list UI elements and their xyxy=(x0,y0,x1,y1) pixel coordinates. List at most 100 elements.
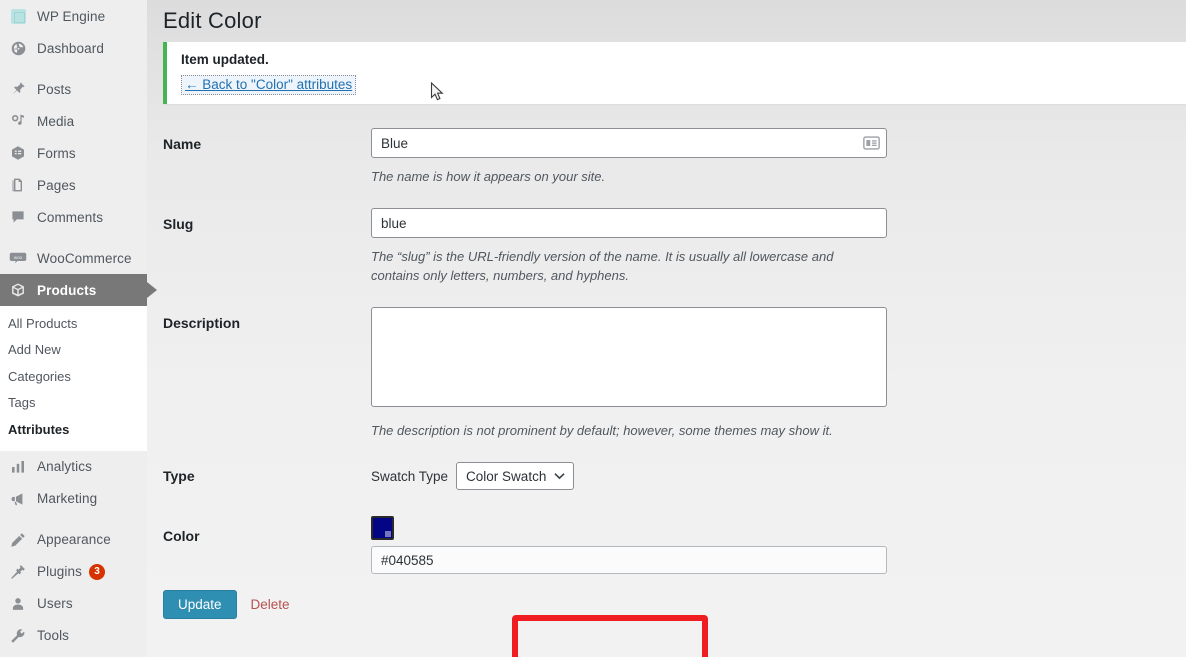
description-help: The description is not prominent by defa… xyxy=(371,423,833,438)
notice-message: Item updated. xyxy=(181,52,269,67)
main-content: Edit Color Item updated. ← Back to "Colo… xyxy=(147,0,1186,657)
sidebar-item-media[interactable]: Media xyxy=(0,105,147,137)
sidebar-item-dashboard[interactable]: Dashboard xyxy=(0,32,147,64)
form-row-type: Type Swatch Type Color Swatch xyxy=(163,462,1186,490)
comments-icon xyxy=(8,207,28,227)
sidebar-item-label: Pages xyxy=(37,177,76,193)
appearance-icon xyxy=(8,530,28,550)
sidebar-subitem-all-products[interactable]: All Products xyxy=(0,310,147,337)
sidebar-subitem-label: All Products xyxy=(8,315,78,331)
sidebar-submenu-products: All Products Add New Categories Tags Att… xyxy=(0,306,147,451)
sidebar-item-marketing[interactable]: Marketing xyxy=(0,483,147,515)
pin-icon xyxy=(8,79,28,99)
forms-icon xyxy=(8,143,28,163)
sidebar-divider xyxy=(0,233,147,242)
name-description: The name is how it appears on your site. xyxy=(371,169,606,184)
slug-label: Slug xyxy=(163,216,194,232)
wordpress-admin-screen: WP Engine Dashboard Posts Media Forms Pa… xyxy=(0,0,1186,657)
svg-text:woo: woo xyxy=(14,255,23,260)
chevron-down-icon xyxy=(554,472,565,480)
sidebar-group-commerce: woo WooCommerce Products xyxy=(0,242,147,306)
tools-icon xyxy=(8,626,28,646)
sidebar-item-comments[interactable]: Comments xyxy=(0,201,147,233)
page-title: Edit Color xyxy=(163,8,262,33)
sidebar-subitem-tags[interactable]: Tags xyxy=(0,390,147,417)
sidebar-item-label: Plugins xyxy=(37,564,82,579)
sidebar-group-top: WP Engine Dashboard xyxy=(0,0,147,64)
updated-notice: Item updated. ← Back to "Color" attribut… xyxy=(163,42,1186,104)
sidebar-item-label: Analytics xyxy=(37,459,92,474)
sidebar-item-label: WP Engine xyxy=(37,8,106,24)
sidebar-item-plugins[interactable]: Plugins 3 xyxy=(0,556,147,588)
color-label: Color xyxy=(163,528,200,544)
type-label: Type xyxy=(163,468,195,484)
form-row-name: Name The name is how it appears on your … xyxy=(163,128,1186,186)
edit-color-form: Name The name is how it appears on your … xyxy=(147,104,1186,657)
color-hex-input[interactable] xyxy=(371,546,887,574)
sidebar-group-analytics: Analytics Marketing xyxy=(0,451,147,515)
swatch-type-label: Swatch Type xyxy=(371,468,449,484)
sidebar-item-analytics[interactable]: Analytics xyxy=(0,451,147,483)
sidebar-item-label: Forms xyxy=(37,145,76,161)
form-actions: Update Delete xyxy=(147,590,1186,619)
slug-description: The “slug” is the URL-friendly version o… xyxy=(371,249,834,283)
sidebar-item-products[interactable]: Products xyxy=(0,274,147,306)
name-label: Name xyxy=(163,136,202,152)
form-row-color: Color xyxy=(163,516,1186,574)
description-textarea[interactable] xyxy=(371,307,887,407)
sidebar-item-wp-engine[interactable]: WP Engine xyxy=(0,0,147,32)
sidebar-item-label: Marketing xyxy=(37,491,98,506)
sidebar-subitem-attributes[interactable]: Attributes xyxy=(0,416,147,443)
color-swatch-button[interactable] xyxy=(371,516,394,540)
update-button[interactable]: Update xyxy=(163,590,237,619)
sidebar-item-label: Dashboard xyxy=(37,40,104,56)
sidebar-subitem-add-new[interactable]: Add New xyxy=(0,337,147,364)
media-icon xyxy=(8,111,28,131)
sidebar-item-users[interactable]: Users xyxy=(0,588,147,620)
annotation-highlight-box xyxy=(512,615,708,657)
sidebar-group-admin: Appearance Plugins 3 Users Tools xyxy=(0,524,147,652)
sidebar-item-woocommerce[interactable]: woo WooCommerce xyxy=(0,242,147,274)
sidebar-item-label: WooCommerce xyxy=(37,250,132,266)
sidebar-group-content: Posts Media Forms Pages Comments xyxy=(0,73,147,233)
sidebar-item-label: Tools xyxy=(37,628,70,643)
sidebar-item-label: Users xyxy=(37,596,73,611)
sidebar-subitem-label: Add New xyxy=(8,342,61,358)
sidebar-divider xyxy=(0,64,147,73)
sidebar-item-label: Comments xyxy=(37,209,104,225)
sidebar-subitem-label: Attributes xyxy=(8,421,70,437)
swatch-type-select[interactable]: Color Swatch xyxy=(456,462,575,490)
sidebar-divider xyxy=(0,515,147,524)
sidebar-subitem-label: Categories xyxy=(8,368,71,384)
sidebar-item-pages[interactable]: Pages xyxy=(0,169,147,201)
woocommerce-icon: woo xyxy=(8,248,28,268)
sidebar-item-appearance[interactable]: Appearance xyxy=(0,524,147,556)
sidebar-item-posts[interactable]: Posts xyxy=(0,73,147,105)
sidebar-item-forms[interactable]: Forms xyxy=(0,137,147,169)
sidebar-subitem-label: Tags xyxy=(8,395,36,411)
back-to-attributes-link[interactable]: ← Back to "Color" attributes xyxy=(181,75,357,95)
dashboard-icon xyxy=(8,38,28,58)
form-row-slug: Slug The “slug” is the URL-friendly vers… xyxy=(163,208,1186,285)
sidebar-item-label: Products xyxy=(37,282,97,298)
plugins-icon xyxy=(8,562,28,582)
wp-engine-icon xyxy=(8,6,28,26)
admin-sidebar: WP Engine Dashboard Posts Media Forms Pa… xyxy=(0,0,147,657)
swatch-type-selected-value: Color Swatch xyxy=(466,468,547,484)
slug-input[interactable] xyxy=(371,208,887,238)
sidebar-item-tools[interactable]: Tools xyxy=(0,620,147,652)
delete-link[interactable]: Delete xyxy=(251,597,290,612)
sidebar-item-label: Media xyxy=(37,113,75,129)
description-label: Description xyxy=(163,315,241,331)
users-icon xyxy=(8,594,28,614)
sidebar-item-label: Posts xyxy=(37,81,72,97)
plugins-update-badge: 3 xyxy=(88,563,105,580)
sidebar-subitem-categories[interactable]: Categories xyxy=(0,363,147,390)
pages-icon xyxy=(8,175,28,195)
analytics-icon xyxy=(8,457,28,477)
sidebar-item-label: Appearance xyxy=(37,532,111,547)
name-input[interactable] xyxy=(371,128,887,158)
form-row-description: Description The description is not promi… xyxy=(163,307,1186,440)
products-icon xyxy=(8,280,28,300)
marketing-icon xyxy=(8,489,28,509)
